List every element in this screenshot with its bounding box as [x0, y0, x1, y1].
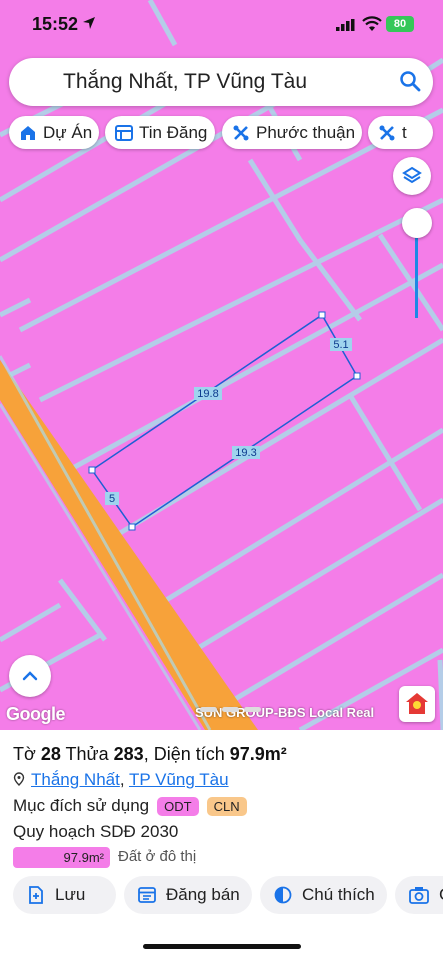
- camera-plus-icon: [409, 887, 429, 904]
- search-input[interactable]: Thắng Nhất, TP Vũng Tàu: [63, 70, 307, 94]
- chevron-up-icon: [22, 671, 38, 681]
- parcel-title: Tờ 28 Thửa 283, Diện tích 97.9m²: [13, 744, 287, 764]
- wifi-icon: [362, 16, 382, 31]
- chip-more[interactable]: t: [368, 116, 433, 149]
- house-pin-logo-icon: [406, 693, 428, 714]
- purpose-tag-cln[interactable]: CLN: [206, 796, 247, 816]
- map-canvas[interactable]: 5.1 19.8 19.3 5: [0, 0, 443, 730]
- home-indicator[interactable]: [143, 944, 301, 949]
- listing-icon: [115, 124, 133, 141]
- google-logo: Google: [6, 704, 66, 724]
- opacity-slider-track[interactable]: [415, 238, 418, 318]
- post-sale-icon: [138, 887, 156, 903]
- status-time: 15:52: [32, 14, 79, 34]
- location-arrow-icon: [83, 17, 95, 29]
- opacity-slider-handle[interactable]: [402, 208, 432, 238]
- location-pin-icon: [13, 772, 25, 786]
- search-icon[interactable]: [399, 70, 421, 92]
- cadastral-lines: [0, 0, 443, 730]
- plan-area-bar: 97.9m²: [13, 847, 110, 868]
- map-view[interactable]: 5.1 19.8 19.3 5 15:52 80 Thắng Nhất, TP …: [0, 0, 443, 730]
- legend-contrast-icon: [274, 886, 292, 904]
- promo-tile[interactable]: [399, 686, 435, 722]
- search-bar[interactable]: Thắng Nhất, TP Vũng Tàu: [9, 58, 433, 106]
- ward-link[interactable]: Thắng Nhất: [31, 770, 120, 789]
- save-button[interactable]: Lưu: [13, 876, 116, 914]
- edge-label-right: 5.1: [333, 339, 348, 351]
- purpose-tag-odt[interactable]: ODT: [157, 796, 199, 816]
- edge-label-bottom: 19.3: [235, 447, 256, 459]
- cellular-signal-icon: [336, 19, 355, 31]
- tools-icon: [233, 125, 249, 140]
- chip-du-an[interactable]: Dự Án: [9, 116, 99, 149]
- save-plus-icon: [29, 886, 43, 904]
- sheet-handle[interactable]: [244, 707, 261, 712]
- parcel-vertices: [88, 311, 361, 531]
- tools-icon: [379, 125, 395, 140]
- photo-button[interactable]: C: [395, 876, 443, 914]
- chip-tin-dang[interactable]: Tin Đăng: [105, 116, 215, 149]
- layers-button[interactable]: [393, 157, 431, 195]
- plan-use-label: Đất ở đô thị: [118, 848, 197, 865]
- home-icon: [21, 125, 35, 140]
- parcel-location: Thắng Nhất, TP Vũng Tàu: [13, 770, 229, 790]
- chip-label: Phước thuận: [256, 122, 356, 142]
- layers-icon: [402, 166, 422, 184]
- chip-label: Dự Án: [43, 122, 93, 142]
- battery-indicator: 80: [386, 16, 414, 32]
- chip-phuoc-thuan[interactable]: Phước thuận: [222, 116, 362, 149]
- plan-title: Quy hoạch SDĐ 2030: [13, 822, 179, 841]
- post-sale-button[interactable]: Đăng bán: [124, 876, 252, 914]
- selected-parcel-outline[interactable]: [90, 313, 358, 529]
- city-link[interactable]: TP Vũng Tàu: [129, 770, 229, 789]
- status-bar: 15:52 80: [0, 0, 443, 50]
- chip-label: Tin Đăng: [139, 122, 208, 142]
- edge-label-left: 5: [109, 493, 115, 505]
- chip-label: t: [402, 122, 407, 142]
- expand-up-button[interactable]: [9, 655, 51, 697]
- sheet-handle[interactable]: [222, 707, 239, 712]
- legend-button[interactable]: Chú thích: [260, 876, 387, 914]
- edge-label-top: 19.8: [197, 388, 218, 400]
- sheet-handle[interactable]: [200, 707, 217, 712]
- land-use-purpose: Mục đích sử dụng ODT CLN: [13, 796, 247, 816]
